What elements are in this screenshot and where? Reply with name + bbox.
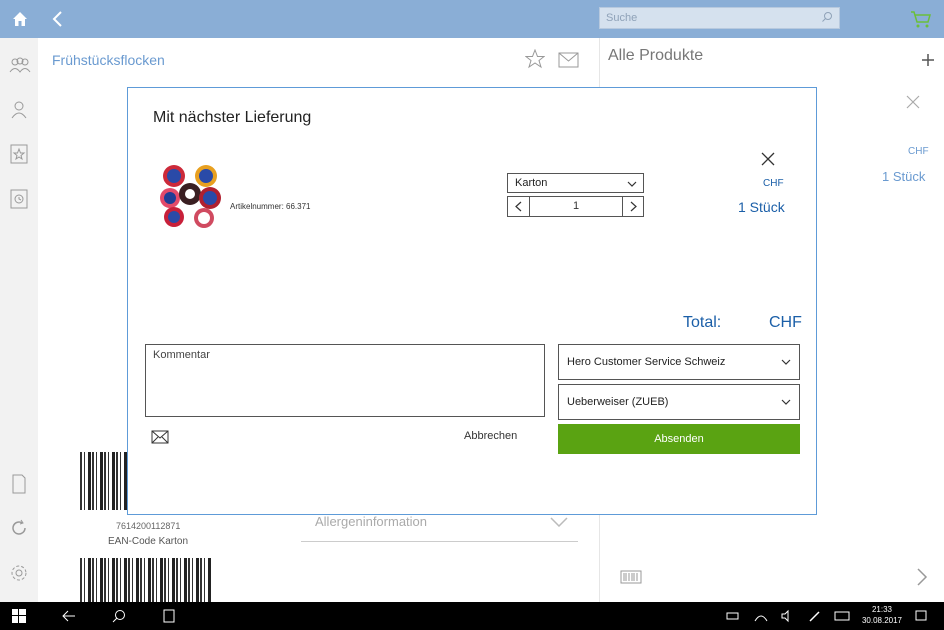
divider bbox=[301, 541, 578, 542]
ean-barcode-2 bbox=[80, 558, 212, 602]
task-view-icon[interactable] bbox=[162, 609, 176, 623]
allergen-info-toggle[interactable]: Allergeninformation bbox=[315, 514, 427, 529]
star-icon[interactable] bbox=[524, 48, 546, 69]
item-quantity: 1 Stück bbox=[882, 169, 926, 184]
chevron-down-icon bbox=[781, 357, 791, 367]
item-currency: CHF bbox=[763, 178, 784, 189]
home-icon[interactable] bbox=[10, 9, 30, 29]
product-image bbox=[160, 164, 224, 228]
back-arrow-icon[interactable] bbox=[62, 609, 76, 623]
quantity-stepper: 1 bbox=[507, 196, 644, 217]
mail-icon[interactable] bbox=[151, 430, 169, 444]
unit-select[interactable]: Karton bbox=[507, 173, 644, 193]
clock-time: 21:33 bbox=[871, 605, 893, 614]
barcode-icon[interactable] bbox=[620, 570, 642, 584]
history-icon[interactable] bbox=[9, 189, 29, 209]
chevron-down-icon[interactable] bbox=[550, 514, 568, 528]
volume-icon[interactable] bbox=[780, 609, 794, 623]
total-currency: CHF bbox=[769, 314, 802, 331]
plus-icon[interactable] bbox=[921, 53, 935, 67]
article-number: Artikelnummer: 66.371 bbox=[230, 202, 311, 211]
recipient-value: Hero Customer Service Schweiz bbox=[567, 356, 726, 368]
document-icon[interactable] bbox=[9, 474, 29, 494]
search-icon[interactable] bbox=[821, 11, 833, 23]
unit-select-value: Karton bbox=[515, 177, 548, 189]
notification-icon[interactable] bbox=[914, 609, 928, 623]
chevron-right-icon[interactable] bbox=[916, 568, 928, 586]
total-label: Total: bbox=[683, 314, 722, 331]
ean-number: 7614200112871 bbox=[116, 521, 181, 531]
decrement-button[interactable] bbox=[508, 197, 529, 216]
cart-icon[interactable] bbox=[910, 9, 931, 29]
order-dialog: Mit nächster Lieferung Artikelnummer: 66… bbox=[127, 87, 817, 515]
back-icon[interactable] bbox=[48, 9, 68, 29]
comment-placeholder: Kommentar bbox=[153, 349, 210, 361]
user-icon[interactable] bbox=[9, 99, 29, 119]
product-title: Frühstücksflocken bbox=[52, 52, 165, 68]
remove-item-icon[interactable] bbox=[760, 151, 776, 167]
top-bar: Suche bbox=[0, 0, 944, 38]
customers-icon[interactable] bbox=[9, 55, 31, 75]
settings-icon[interactable] bbox=[9, 563, 29, 583]
quantity-value[interactable]: 1 bbox=[529, 197, 623, 216]
close-icon[interactable] bbox=[906, 95, 920, 109]
all-products-title: Alle Produkte bbox=[608, 47, 704, 64]
left-nav bbox=[0, 38, 38, 602]
battery-icon[interactable] bbox=[726, 609, 740, 623]
windows-start-icon[interactable] bbox=[12, 609, 26, 623]
clock[interactable]: 21:33 30.08.2017 bbox=[857, 604, 907, 626]
payment-select[interactable]: Ueberweiser (ZUEB) bbox=[558, 384, 800, 420]
send-button[interactable]: Absenden bbox=[558, 424, 800, 454]
sync-icon[interactable] bbox=[9, 518, 29, 538]
wifi-icon[interactable] bbox=[754, 609, 768, 623]
chevron-down-icon bbox=[781, 397, 791, 407]
mail-icon[interactable] bbox=[558, 52, 579, 68]
pen-icon[interactable] bbox=[808, 609, 822, 623]
increment-button[interactable] bbox=[623, 197, 644, 216]
comment-field[interactable]: Kommentar bbox=[145, 344, 545, 417]
cancel-button[interactable]: Abbrechen bbox=[464, 430, 517, 442]
dialog-title: Mit nächster Lieferung bbox=[153, 109, 312, 126]
search-input[interactable]: Suche bbox=[599, 7, 840, 29]
payment-value: Ueberweiser (ZUEB) bbox=[567, 396, 669, 408]
favorites-icon[interactable] bbox=[9, 144, 29, 164]
keyboard-icon[interactable] bbox=[834, 609, 850, 623]
chevron-down-icon bbox=[627, 179, 637, 187]
recipient-select[interactable]: Hero Customer Service Schweiz bbox=[558, 344, 800, 380]
clock-date: 30.08.2017 bbox=[861, 616, 903, 625]
item-qty-label: 1 Stück bbox=[738, 199, 785, 215]
search-icon[interactable] bbox=[112, 609, 126, 623]
ean-label: EAN-Code Karton bbox=[108, 536, 189, 547]
price-currency: CHF bbox=[908, 146, 929, 157]
search-placeholder: Suche bbox=[606, 12, 638, 24]
taskbar bbox=[0, 602, 944, 630]
